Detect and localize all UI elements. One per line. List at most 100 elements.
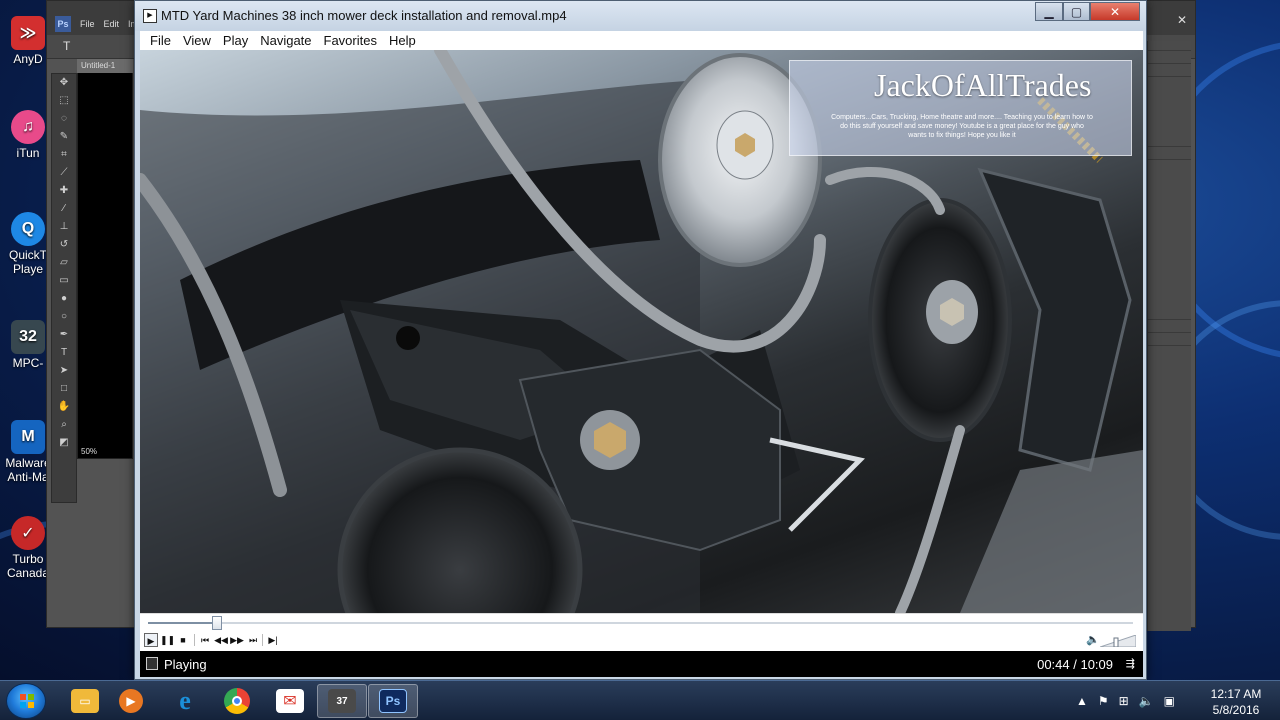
playback-status: Playing [164,657,207,672]
turbotax-icon: ✓ [11,516,45,550]
control-separator [262,634,263,646]
taskbar: ▭ ▶ e ✉ 37 Ps ▲ ⚑ ⊞ 🔈 ▣ 12:17 AM 5/8/201… [0,680,1280,720]
path-select-tool-icon[interactable]: ➤ [53,363,75,379]
minimize-button[interactable]: ▁ [1035,2,1063,21]
seek-bar[interactable] [140,613,1143,630]
eraser-tool-icon[interactable]: ▱ [53,255,75,271]
rewind-icon: ◀◀ [214,635,228,645]
windows-tray-icon[interactable]: ⊞ [1119,694,1129,708]
photoshop-menu-file[interactable]: File [80,19,95,29]
volume-icon[interactable]: 🔈 [1086,633,1100,646]
crop-tool-icon[interactable]: ⌗ [53,147,75,163]
play-button[interactable]: ▶ [144,633,158,647]
blur-tool-icon[interactable]: ● [53,291,75,307]
menu-favorites[interactable]: Favorites [318,31,383,50]
quick-select-tool-icon[interactable]: ✎ [53,129,75,145]
rewind-button[interactable]: ◀◀ [214,633,228,647]
speaker-icon[interactable]: 🔈 [1139,694,1154,708]
system-tray: ▲ ⚑ ⊞ 🔈 ▣ [1076,681,1175,720]
menu-file[interactable]: File [144,31,177,50]
frame-step-icon: ▶| [268,635,278,645]
maximize-button[interactable]: ▢ [1063,2,1090,21]
history-brush-tool-icon[interactable]: ↺ [53,237,75,253]
window-title: MTD Yard Machines 38 inch mower deck ins… [161,8,567,23]
photoshop-close-icon[interactable]: ✕ [1177,13,1187,27]
clock-time: 12:17 AM [1210,687,1262,701]
menu-play[interactable]: Play [217,31,254,50]
media-player-window[interactable]: ▶ MTD Yard Machines 38 inch mower deck i… [134,0,1147,680]
dodge-tool-icon[interactable]: ○ [53,309,75,325]
photoshop-zoom-level: 50% [81,447,98,456]
photoshop-icon: Ps [379,689,407,713]
itunes-icon: ♫ [11,110,45,144]
media-player-titlebar[interactable]: ▶ MTD Yard Machines 38 inch mower deck i… [135,1,1146,31]
playback-time: 00:44 / 10:09 [1037,657,1113,672]
media-player-icon: ▶ [119,689,143,713]
taskbar-mpc[interactable]: 37 [317,684,367,718]
previous-button[interactable]: ⏮ [198,633,212,647]
system-clock[interactable]: 12:17 AM 5/8/2016 [1204,686,1268,718]
mail-icon: ✉ [276,689,304,713]
menu-bar: File View Play Navigate Favorites Help [140,31,1143,50]
taskbar-internet-explorer[interactable]: e [160,684,210,718]
lasso-tool-icon[interactable]: ◌ [53,111,75,127]
frame-step-button[interactable]: ▶| [266,633,280,647]
maximize-icon: ▢ [1070,4,1083,19]
taskbar-media-player[interactable]: ▶ [106,684,156,718]
channel-description: Computers...Cars, Trucking, Home theatre… [831,114,1093,139]
type-tool-icon[interactable]: T [63,39,70,53]
zoom-tool-icon[interactable]: ⌕ [53,417,75,433]
taskbar-photoshop[interactable]: Ps [368,684,418,718]
move-tool-icon[interactable]: ✥ [53,75,75,91]
chrome-icon [224,688,250,714]
folder-icon: ▭ [71,689,99,713]
fast-forward-button[interactable]: ▶▶ [230,633,244,647]
quicktime-icon: Q [11,212,45,246]
status-file-icon [146,657,158,670]
menu-navigate[interactable]: Navigate [254,31,317,50]
hand-tool-icon[interactable]: ✋ [53,399,75,415]
color-swatch-icon[interactable]: ◩ [53,435,75,451]
menu-help[interactable]: Help [383,31,422,50]
photoshop-menu-edit[interactable]: Edit [104,19,120,29]
taskbar-explorer[interactable]: ▭ [60,684,110,718]
video-frame[interactable]: JackOfAllTrades Computers...Cars, Trucki… [140,50,1143,613]
anydesk-icon: ≫ [11,16,45,50]
desktop-icon-label: Turbo Canada [6,552,50,580]
photoshop-document-tab[interactable]: Untitled-1 [77,59,133,73]
start-button[interactable] [6,683,46,719]
seek-thumb[interactable] [211,616,222,630]
photoshop-logo-icon: Ps [55,16,71,32]
photoshop-menu: Ps File Edit Im [55,15,138,33]
media-player-client: File View Play Navigate Favorites Help J… [140,31,1143,677]
clock-date: 5/8/2016 [1212,703,1260,717]
tray-expand-icon[interactable]: ▲ [1076,694,1088,708]
playback-controls: ▶ ❚❚ ■ ⏮ ◀◀ ▶▶ ⏭ ▶| 🔈 [140,631,1143,651]
channel-overlay[interactable]: JackOfAllTrades Computers...Cars, Trucki… [789,60,1132,156]
seek-progress [148,622,217,624]
next-button[interactable]: ⏭ [246,633,260,647]
mpc-icon: 32 [11,320,45,354]
play-icon: ▶ [147,636,155,646]
pause-button[interactable]: ❚❚ [160,633,175,647]
eyedropper-tool-icon[interactable]: ⟋ [53,165,75,181]
minimize-icon: ▁ [1044,4,1054,19]
shape-tool-icon[interactable]: □ [53,381,75,397]
seek-track[interactable] [148,616,1133,630]
stop-button[interactable]: ■ [176,633,190,647]
action-center-flag-icon[interactable]: ⚑ [1098,694,1109,708]
volume-slider[interactable] [1100,635,1136,647]
taskbar-mail[interactable]: ✉ [265,684,315,718]
marquee-tool-icon[interactable]: ⬚ [53,93,75,109]
stamp-tool-icon[interactable]: ⊥ [53,219,75,235]
menu-view[interactable]: View [177,31,217,50]
text-tool-icon[interactable]: T [53,345,75,361]
network-icon[interactable]: ▣ [1164,694,1175,708]
gradient-tool-icon[interactable]: ▭ [53,273,75,289]
brush-tool-icon[interactable]: ∕ [53,201,75,217]
close-button[interactable]: ✕ [1090,2,1140,21]
pen-tool-icon[interactable]: ✒ [53,327,75,343]
control-separator [194,634,195,646]
taskbar-chrome[interactable] [212,684,262,718]
healing-tool-icon[interactable]: ✚ [53,183,75,199]
